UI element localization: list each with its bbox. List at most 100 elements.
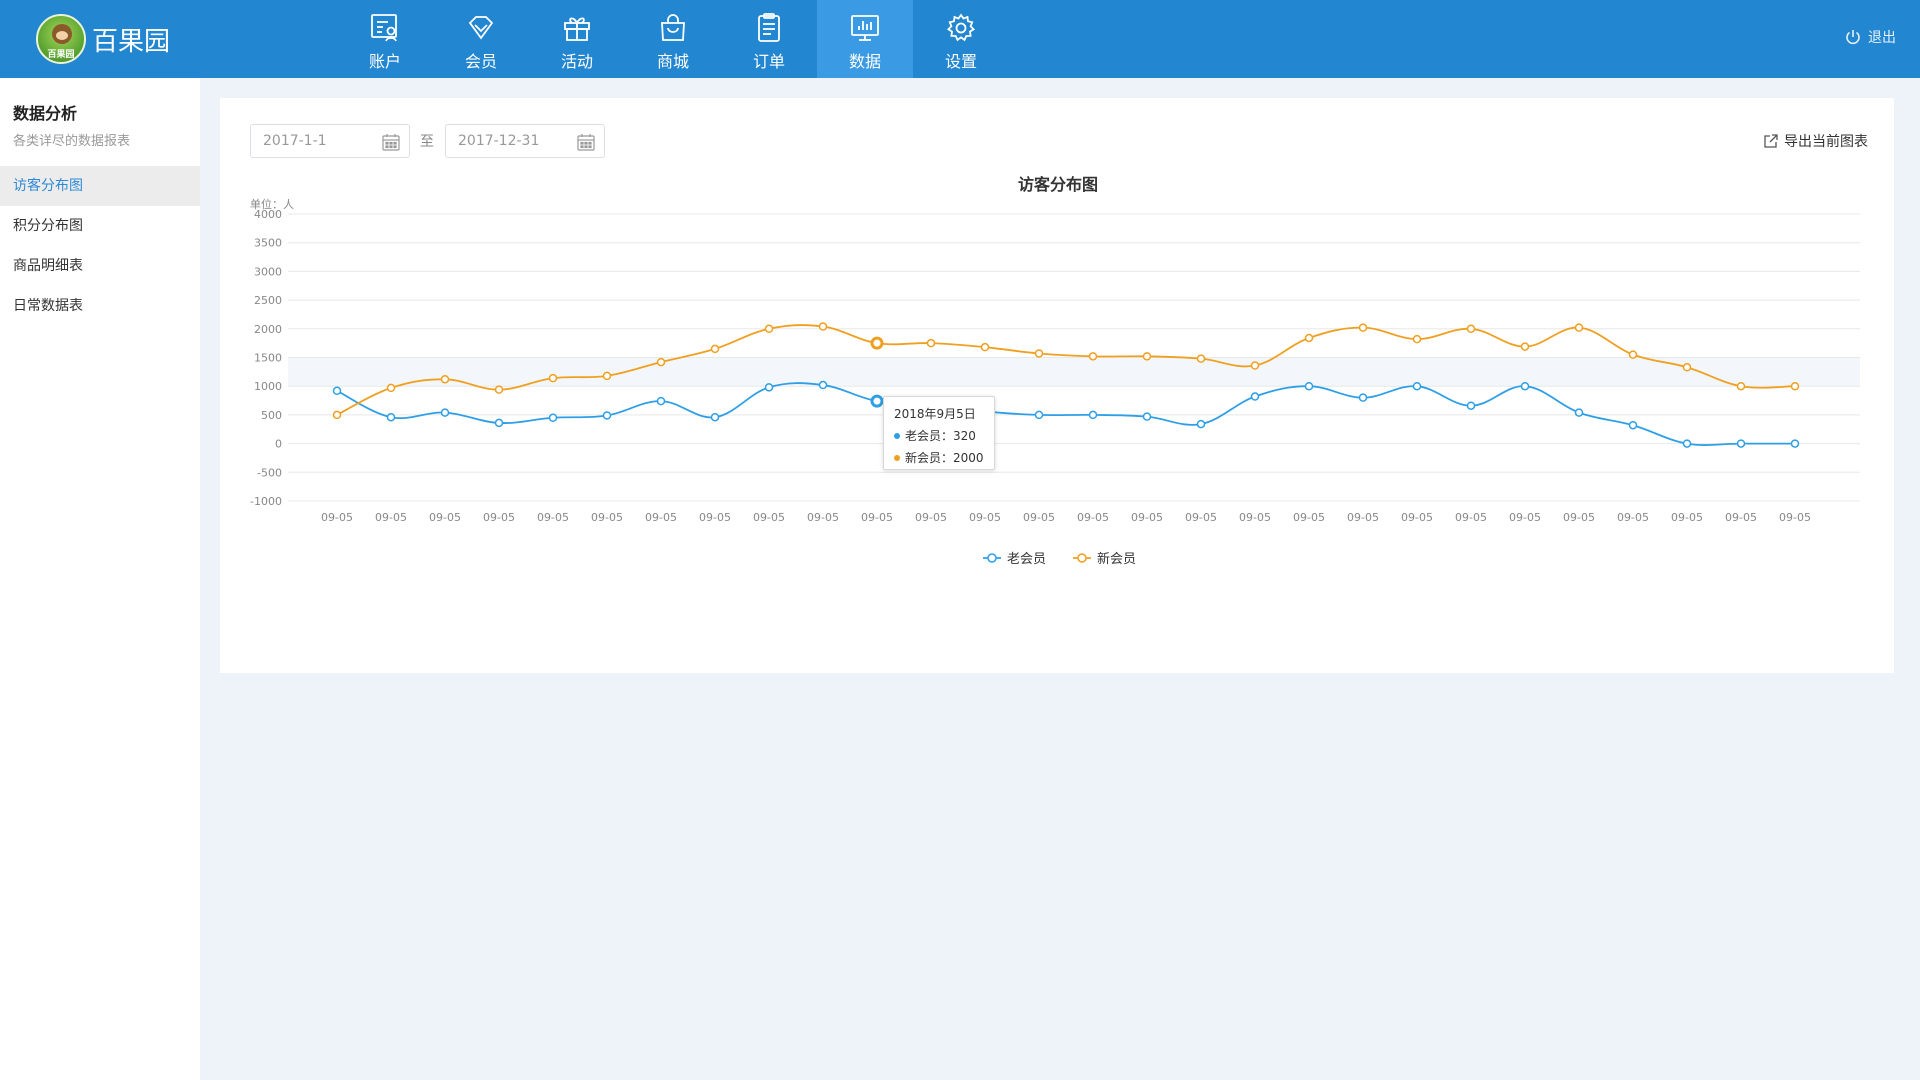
data-point[interactable] xyxy=(602,411,612,420)
data-point[interactable] xyxy=(1250,392,1260,401)
new-member-dot-icon xyxy=(894,455,900,461)
data-point[interactable] xyxy=(1034,410,1044,420)
data-point[interactable] xyxy=(1412,334,1422,344)
data-point[interactable] xyxy=(1412,381,1422,391)
nav-activity[interactable]: 活动 xyxy=(529,0,625,78)
data-point[interactable] xyxy=(548,413,558,423)
data-point[interactable] xyxy=(440,375,450,384)
data-point[interactable] xyxy=(818,322,828,331)
nav-label: 订单 xyxy=(752,52,785,71)
nav-member[interactable]: 会员 xyxy=(433,0,529,78)
sidebar-item-product-details[interactable]: 商品明细表 xyxy=(0,246,200,286)
calendar-icon[interactable] xyxy=(576,132,596,152)
data-point[interactable] xyxy=(1682,439,1692,448)
data-point[interactable] xyxy=(710,412,720,422)
data-point[interactable] xyxy=(332,410,342,420)
sidebar-item-points-distribution[interactable]: 积分分布图 xyxy=(0,206,200,246)
data-point[interactable] xyxy=(764,383,774,392)
sidebar-item-daily-data[interactable]: 日常数据表 xyxy=(0,286,200,326)
data-point[interactable] xyxy=(980,342,990,352)
data-point[interactable] xyxy=(1520,381,1530,391)
x-tick-label: 09-05 xyxy=(375,511,407,524)
data-point[interactable] xyxy=(1196,354,1206,363)
nav-mall[interactable]: 商城 xyxy=(625,0,721,78)
data-point[interactable] xyxy=(386,412,396,422)
chart-card: 2017-1-1 至 2017-12-31 导出当前图表 访客分布图 单位：人 … xyxy=(220,98,1894,673)
nav-label: 数据 xyxy=(848,52,881,71)
data-point[interactable] xyxy=(548,373,558,383)
data-point[interactable] xyxy=(1736,439,1746,448)
data-point[interactable] xyxy=(710,344,720,354)
logout-button[interactable]: 退出 xyxy=(1844,27,1896,47)
data-point[interactable] xyxy=(1574,323,1584,332)
data-point[interactable] xyxy=(1466,324,1476,334)
data-point[interactable] xyxy=(1790,439,1800,448)
data-point[interactable] xyxy=(764,324,774,334)
x-tick-label: 09-05 xyxy=(1401,511,1433,524)
logo-text: 百果园 xyxy=(47,50,75,60)
data-point[interactable] xyxy=(602,371,612,381)
calendar-icon[interactable] xyxy=(381,132,401,152)
tooltip-title: 2018年9月5日 xyxy=(894,407,976,421)
data-point[interactable] xyxy=(1304,381,1314,391)
legend-marker-icon[interactable] xyxy=(987,553,997,563)
data-point[interactable] xyxy=(494,385,504,394)
data-point[interactable] xyxy=(1196,419,1206,429)
legend-label[interactable]: 新会员 xyxy=(1097,551,1136,567)
data-point[interactable] xyxy=(386,383,396,393)
legend-marker-icon[interactable] xyxy=(1077,553,1087,563)
brand[interactable]: 百果园 百果园 xyxy=(36,14,170,64)
data-point[interactable] xyxy=(1628,420,1638,430)
data-point[interactable] xyxy=(818,380,828,390)
data-point[interactable] xyxy=(1682,363,1692,372)
sidebar-item-visitor-distribution[interactable]: 访客分布图 xyxy=(0,166,200,206)
data-point[interactable] xyxy=(440,408,450,417)
data-point[interactable] xyxy=(494,418,504,428)
sidebar: 数据分析 各类详尽的数据报表 访客分布图 积分分布图 商品明细表 日常数据表 xyxy=(0,78,200,1080)
data-point[interactable] xyxy=(870,394,884,408)
start-date-value: 2017-1-1 xyxy=(263,133,327,149)
monkey-mascot-icon xyxy=(52,24,72,44)
data-point[interactable] xyxy=(870,336,884,350)
data-point[interactable] xyxy=(1142,412,1152,421)
gear-icon xyxy=(946,13,976,42)
x-tick-label: 09-05 xyxy=(1023,511,1055,524)
start-date-input[interactable]: 2017-1-1 xyxy=(250,124,410,158)
data-point[interactable] xyxy=(1088,352,1098,361)
data-point[interactable] xyxy=(1358,323,1368,332)
y-tick-label: 500 xyxy=(261,409,282,422)
logout-label: 退出 xyxy=(1868,30,1896,46)
x-tick-label: 09-05 xyxy=(753,511,785,524)
x-tick-label: 09-05 xyxy=(1725,511,1757,524)
data-point[interactable] xyxy=(1250,361,1260,370)
data-point[interactable] xyxy=(656,396,666,406)
data-point[interactable] xyxy=(1304,333,1314,343)
data-point[interactable] xyxy=(1088,410,1098,420)
nav-label: 账户 xyxy=(368,52,401,71)
data-point[interactable] xyxy=(926,338,936,348)
data-point[interactable] xyxy=(332,386,342,396)
data-point[interactable] xyxy=(1628,350,1638,359)
nav-account[interactable]: 账户 xyxy=(337,0,433,78)
nav-order[interactable]: 订单 xyxy=(721,0,817,78)
data-point[interactable] xyxy=(1520,342,1530,351)
x-tick-label: 09-05 xyxy=(1455,511,1487,524)
top-header: 百果园 百果园 账户 会员 活动 商城 订单 数据 设置 退出 xyxy=(0,0,1920,78)
nav-label: 商城 xyxy=(656,52,689,71)
legend-label[interactable]: 老会员 xyxy=(1007,552,1046,567)
data-point[interactable] xyxy=(1358,393,1368,402)
data-point[interactable] xyxy=(1574,408,1584,417)
export-chart-button[interactable]: 导出当前图表 xyxy=(1763,131,1868,151)
tooltip-row-new: 新会员：2000 xyxy=(894,447,984,469)
end-date-input[interactable]: 2017-12-31 xyxy=(445,124,605,158)
data-point[interactable] xyxy=(656,357,666,367)
data-point[interactable] xyxy=(1466,401,1476,410)
data-point[interactable] xyxy=(1736,381,1746,391)
data-point[interactable] xyxy=(1142,352,1152,361)
nav-data[interactable]: 数据 xyxy=(817,0,913,78)
x-tick-label: 09-05 xyxy=(969,511,1001,524)
data-point[interactable] xyxy=(1034,349,1044,358)
data-point[interactable] xyxy=(1790,381,1800,391)
export-label: 导出当前图表 xyxy=(1784,134,1868,150)
nav-settings[interactable]: 设置 xyxy=(913,0,1009,78)
